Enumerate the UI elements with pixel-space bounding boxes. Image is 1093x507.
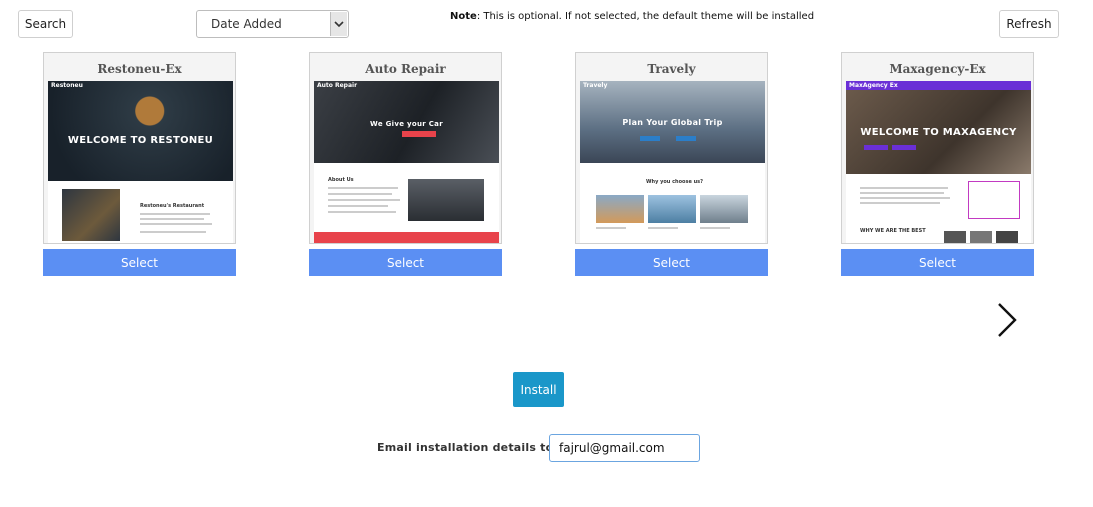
note-text: : This is optional. If not selected, the… <box>476 11 815 22</box>
thumb-brand: Restoneu <box>51 82 83 89</box>
thumb-hero-text: WELCOME TO RESTONEU <box>67 134 214 146</box>
install-button[interactable]: Install <box>513 372 564 407</box>
select-theme-button[interactable]: Select <box>575 249 768 276</box>
select-theme-button[interactable]: Select <box>309 249 502 276</box>
theme-preview-frame: Restoneu-Ex Restoneu WELCOME TO RESTONEU… <box>43 52 236 244</box>
theme-title: Travely <box>647 62 696 76</box>
thumb-brand: MaxAgency Ex <box>849 82 898 89</box>
theme-thumbnail: Travely Plan Your Global Trip Why you ch… <box>580 81 765 243</box>
thumb-section-title: WHY WE ARE THE BEST <box>860 228 926 234</box>
theme-card-auto-repair: Auto Repair Auto Repair We Give your Car… <box>309 52 502 276</box>
thumb-section-title: Restoneu's Restaurant <box>140 203 205 209</box>
thumb-hero-text: WELCOME TO MAXAGENCY <box>860 126 1017 138</box>
select-theme-button[interactable]: Select <box>43 249 236 276</box>
theme-preview-frame: Auto Repair Auto Repair We Give your Car… <box>309 52 502 244</box>
email-input[interactable] <box>549 434 700 462</box>
theme-preview-frame: Maxagency-Ex WELCOME TO MAXAGENCY MaxAge… <box>841 52 1034 244</box>
theme-title: Auto Repair <box>365 62 446 76</box>
search-button[interactable]: Search <box>18 10 73 38</box>
theme-thumbnail: Restoneu WELCOME TO RESTONEU Restoneu's … <box>48 81 233 243</box>
thumb-section-title: Why you choose us? <box>646 179 704 185</box>
note-prefix: Note <box>450 11 477 22</box>
theme-thumbnail: WELCOME TO MAXAGENCY MaxAgency Ex WHY WE… <box>846 81 1031 243</box>
chevron-right-icon[interactable] <box>994 302 1020 338</box>
select-theme-button[interactable]: Select <box>841 249 1034 276</box>
thumb-hero-text: Plan Your Global Trip <box>622 117 723 127</box>
theme-preview-frame: Travely Travely Plan Your Global Trip Wh… <box>575 52 768 244</box>
thumb-brand: Auto Repair <box>317 82 358 89</box>
theme-thumbnail: Auto Repair We Give your Car About Us <box>314 81 499 243</box>
theme-title: Restoneu-Ex <box>97 62 182 76</box>
theme-card-restoneu: Restoneu-Ex Restoneu WELCOME TO RESTONEU… <box>43 52 236 276</box>
sort-dropdown[interactable]: Date Added <box>196 10 349 38</box>
optional-note: Note: This is optional. If not selected,… <box>450 11 814 22</box>
chevron-down-icon[interactable] <box>330 12 347 36</box>
thumb-hero-text: We Give your Car <box>370 120 443 128</box>
theme-title: Maxagency-Ex <box>889 62 986 76</box>
thumb-brand: Travely <box>583 82 608 89</box>
refresh-button[interactable]: Refresh <box>999 10 1059 38</box>
email-label: Email installation details to : <box>377 441 562 454</box>
theme-card-travely: Travely Travely Plan Your Global Trip Wh… <box>575 52 768 276</box>
theme-card-maxagency: Maxagency-Ex WELCOME TO MAXAGENCY MaxAge… <box>841 52 1034 276</box>
sort-selected-value: Date Added <box>211 17 282 31</box>
thumb-section-title: About Us <box>328 177 354 183</box>
